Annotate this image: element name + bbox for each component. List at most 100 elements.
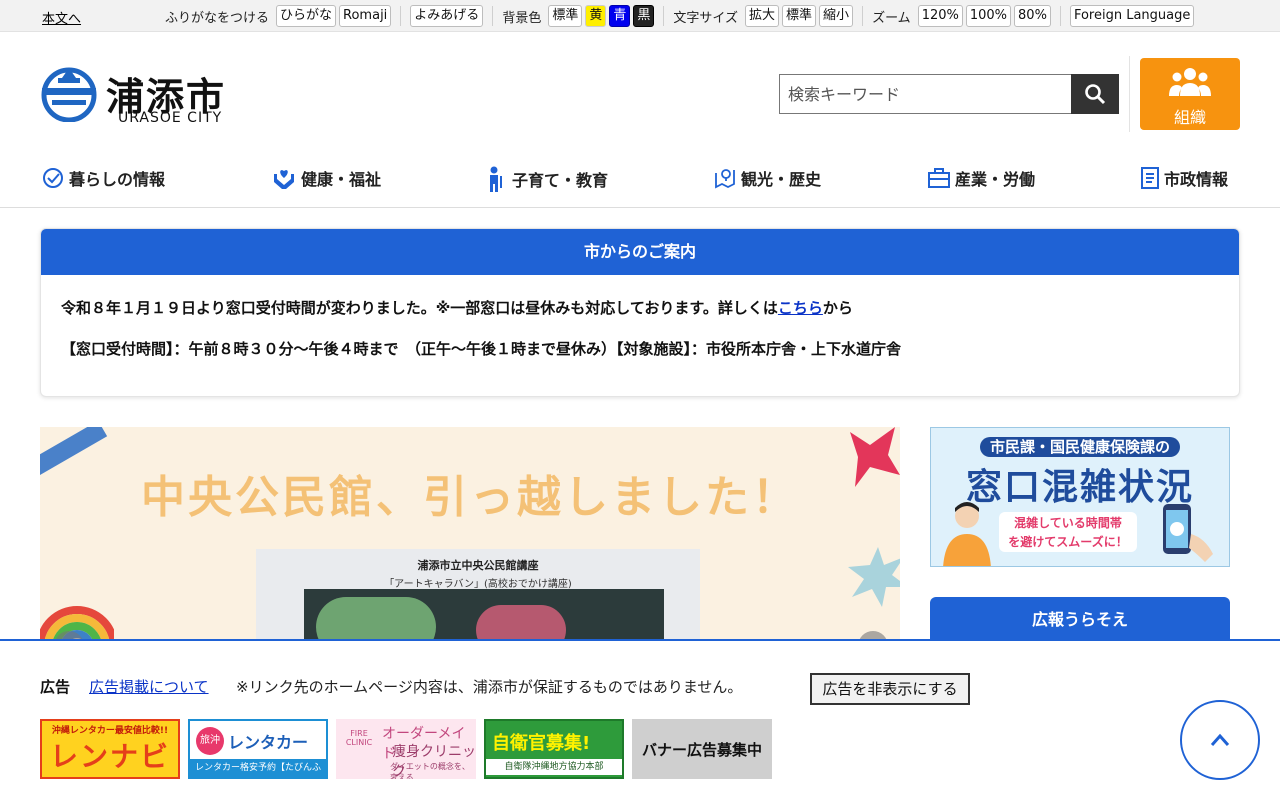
romaji-button[interactable]: Romaji [339, 5, 392, 27]
organization-button[interactable]: 組織 [1140, 58, 1240, 130]
read-aloud-button[interactable]: よみあげる [410, 5, 484, 27]
notice-line-1: 令和８年１月１９日より窓口受付時間が変わりました。※一部窓口は昼休みも対応してお… [61, 297, 853, 318]
ad-banner-clinic[interactable]: FIRE CLINIC オーダーメイド 痩身クリニック ダイエットの概念を、変え… [336, 719, 476, 779]
banner-subtext-1: 混雑している時間帯 [1014, 516, 1122, 530]
ad-info-link[interactable]: 広告掲載について [89, 676, 209, 697]
utility-bar: 本文へ ふりがなをつける ひらがな Romaji よみあげる 背景色 標準 黄 … [0, 0, 1280, 32]
foreign-language-button[interactable]: Foreign Language [1069, 5, 1195, 27]
font-size-label: 文字サイズ [673, 10, 739, 26]
banner-top-text: 市民課・国民健康保険課の [979, 437, 1180, 457]
back-to-top-button[interactable] [1180, 700, 1260, 780]
bg-black-button[interactable]: 黒 [633, 5, 655, 27]
document-icon [1141, 167, 1159, 189]
nav-label: 暮らしの情報 [69, 170, 166, 189]
nav-item-health[interactable]: 健康・福祉 [272, 166, 381, 190]
nav-label: 子育て・教育 [512, 171, 609, 190]
chevron-up-icon [1210, 733, 1230, 746]
decor-rainbow-icon [40, 606, 114, 640]
ad-text: FIRE CLINIC [345, 729, 373, 747]
heart-hands-icon [274, 170, 294, 189]
child-icon [490, 166, 502, 192]
nav-label: 観光・歴史 [741, 170, 822, 189]
search-input[interactable] [779, 74, 1071, 114]
search-form [779, 74, 1119, 114]
banner-subtext: 混雑している時間帯 を避けてスムーズに！ [999, 512, 1137, 552]
nav-item-childcare[interactable]: 子育て・教育 [487, 166, 608, 192]
ad-disclaimer: ※リンク先のホームページ内容は、浦添市が保証するものではありません。 [236, 678, 743, 696]
life-icon [43, 168, 63, 188]
search-button[interactable] [1071, 74, 1119, 114]
background-color-label: 背景色 [502, 10, 542, 26]
ad-label: 広告 [40, 678, 71, 696]
bg-blue-button[interactable]: 青 [609, 5, 631, 27]
zoom-100-button[interactable]: 100% [965, 5, 1012, 27]
zoom-80-button[interactable]: 80% [1014, 5, 1051, 27]
bg-yellow-button[interactable]: 黄 [585, 5, 607, 27]
city-emblem-icon [41, 67, 97, 122]
nav-item-tourism[interactable]: 観光・歴史 [714, 166, 821, 190]
zoom-120-button[interactable]: 120% [917, 5, 963, 27]
nav-label: 健康・福祉 [301, 170, 382, 189]
map-pin-icon [715, 169, 735, 189]
people-group-icon [1169, 68, 1211, 96]
kouhou-urasoe-header[interactable]: 広報うらそえ [930, 597, 1230, 645]
divider [862, 6, 864, 26]
smartphone-icon [1163, 504, 1213, 562]
ad-text: 自衛隊沖縄地方協力本部 [486, 759, 622, 775]
main-slider-banner[interactable]: 中央公民館、引っ越しました！ 浦添市立中央公民館講座 「アートキャラバン」(高校… [40, 427, 900, 640]
search-icon [1085, 84, 1106, 105]
city-notice-panel: 市からのご案内 令和８年１月１９日より窓口受付時間が変わりました。※一部窓口は昼… [40, 228, 1240, 397]
banner-title: 中央公民館、引っ越しました！ [141, 472, 799, 523]
bg-standard-button[interactable]: 標準 [548, 5, 583, 27]
person-illustration-icon [943, 502, 991, 566]
logo-subtitle: URASOE CITY [118, 110, 223, 126]
furigana-group: ふりがなをつける ひらがな Romaji よみあげる 背景色 標準 黄 青 黒 … [165, 5, 1195, 27]
ad-banner-sdf[interactable]: 自衛官募集! 自衛隊沖縄地方協力本部 [484, 719, 624, 779]
ad-text: レンタカー [228, 733, 309, 752]
global-nav: 暮らしの情報 健康・福祉 子育て・教育 観光・歴史 産業・労働 市政情報 [0, 158, 1280, 208]
divider [400, 6, 402, 26]
decor-burst-icon [848, 547, 900, 607]
site-logo[interactable]: 浦添市 URASOE CITY [40, 64, 230, 128]
zoom-label: ズーム [872, 10, 911, 26]
photo-subcaption: 「アートキャラバン」(高校おでかけ講座) [384, 579, 572, 590]
photo-art [316, 597, 436, 640]
notice-text-end: から [822, 299, 853, 317]
ad-text: レンナビ [49, 740, 170, 773]
banner-photo: 浦添市立中央公民館講座 「アートキャラバン」(高校おでかけ講座) [256, 549, 700, 640]
nav-item-city-info[interactable]: 市政情報 [1141, 166, 1228, 190]
divider [492, 6, 494, 26]
divider [663, 6, 665, 26]
notice-line-2: 【窓口受付時間】：午前８時３０分〜午後４時まで （正午〜午後１時まで昼休み）【対… [61, 340, 902, 358]
hiragana-button[interactable]: ひらがな [276, 5, 337, 27]
ad-text: レンタカー格安予約【たびんふぉ】 [190, 759, 326, 777]
counter-congestion-banner[interactable]: 市民課・国民健康保険課の 窓口混雑状況 混雑している時間帯 を避けてスムーズに！ [930, 427, 1230, 567]
ad-banner-tabinfo[interactable]: 旅沖縄 レンタカー レンタカー格安予約【たびんふぉ】 [188, 719, 328, 779]
notice-title: 市からのご案内 [41, 229, 1239, 275]
ad-panel: 広告 広告掲載について ※リンク先のホームページ内容は、浦添市が保証するものでは… [0, 639, 1280, 800]
nav-label: 市政情報 [1164, 170, 1229, 189]
hide-ads-button[interactable]: 広告を非表示にする [810, 673, 970, 705]
briefcase-icon [928, 168, 950, 188]
ad-text: ダイエットの概念を、変える [390, 762, 470, 779]
header-divider [1129, 56, 1130, 132]
divider [1059, 6, 1061, 26]
nav-item-industry[interactable]: 産業・労働 [928, 166, 1035, 190]
banner-top-label: 市民課・国民健康保険課の [931, 436, 1229, 457]
ad-text: バナー広告募集中 [641, 741, 762, 759]
ad-banner-rennavi[interactable]: 沖縄レンタカー最安値比較!! レンナビ [40, 719, 180, 779]
nav-label: 産業・労働 [955, 170, 1036, 189]
furigana-label: ふりがなをつける [165, 10, 270, 26]
ad-banner-recruit[interactable]: バナー広告募集中 [632, 719, 772, 779]
photo-caption: 浦添市立中央公民館講座 [417, 559, 539, 572]
notice-text: 令和８年１月１９日より窓口受付時間が変わりました。※一部窓口は昼休みも対応してお… [61, 299, 778, 317]
banner-subtext-2: を避けてスムーズに！ [1008, 535, 1128, 549]
skip-to-content-link[interactable]: 本文へ [42, 8, 81, 27]
notice-link[interactable]: こちら [778, 299, 823, 317]
ad-text: 旅沖縄 [196, 727, 224, 774]
font-size-up-button[interactable]: 拡大 [745, 5, 780, 27]
font-size-down-button[interactable]: 縮小 [819, 5, 854, 27]
font-size-standard-button[interactable]: 標準 [782, 5, 817, 27]
photo-art [476, 605, 566, 640]
nav-item-life[interactable]: 暮らしの情報 [42, 166, 165, 190]
